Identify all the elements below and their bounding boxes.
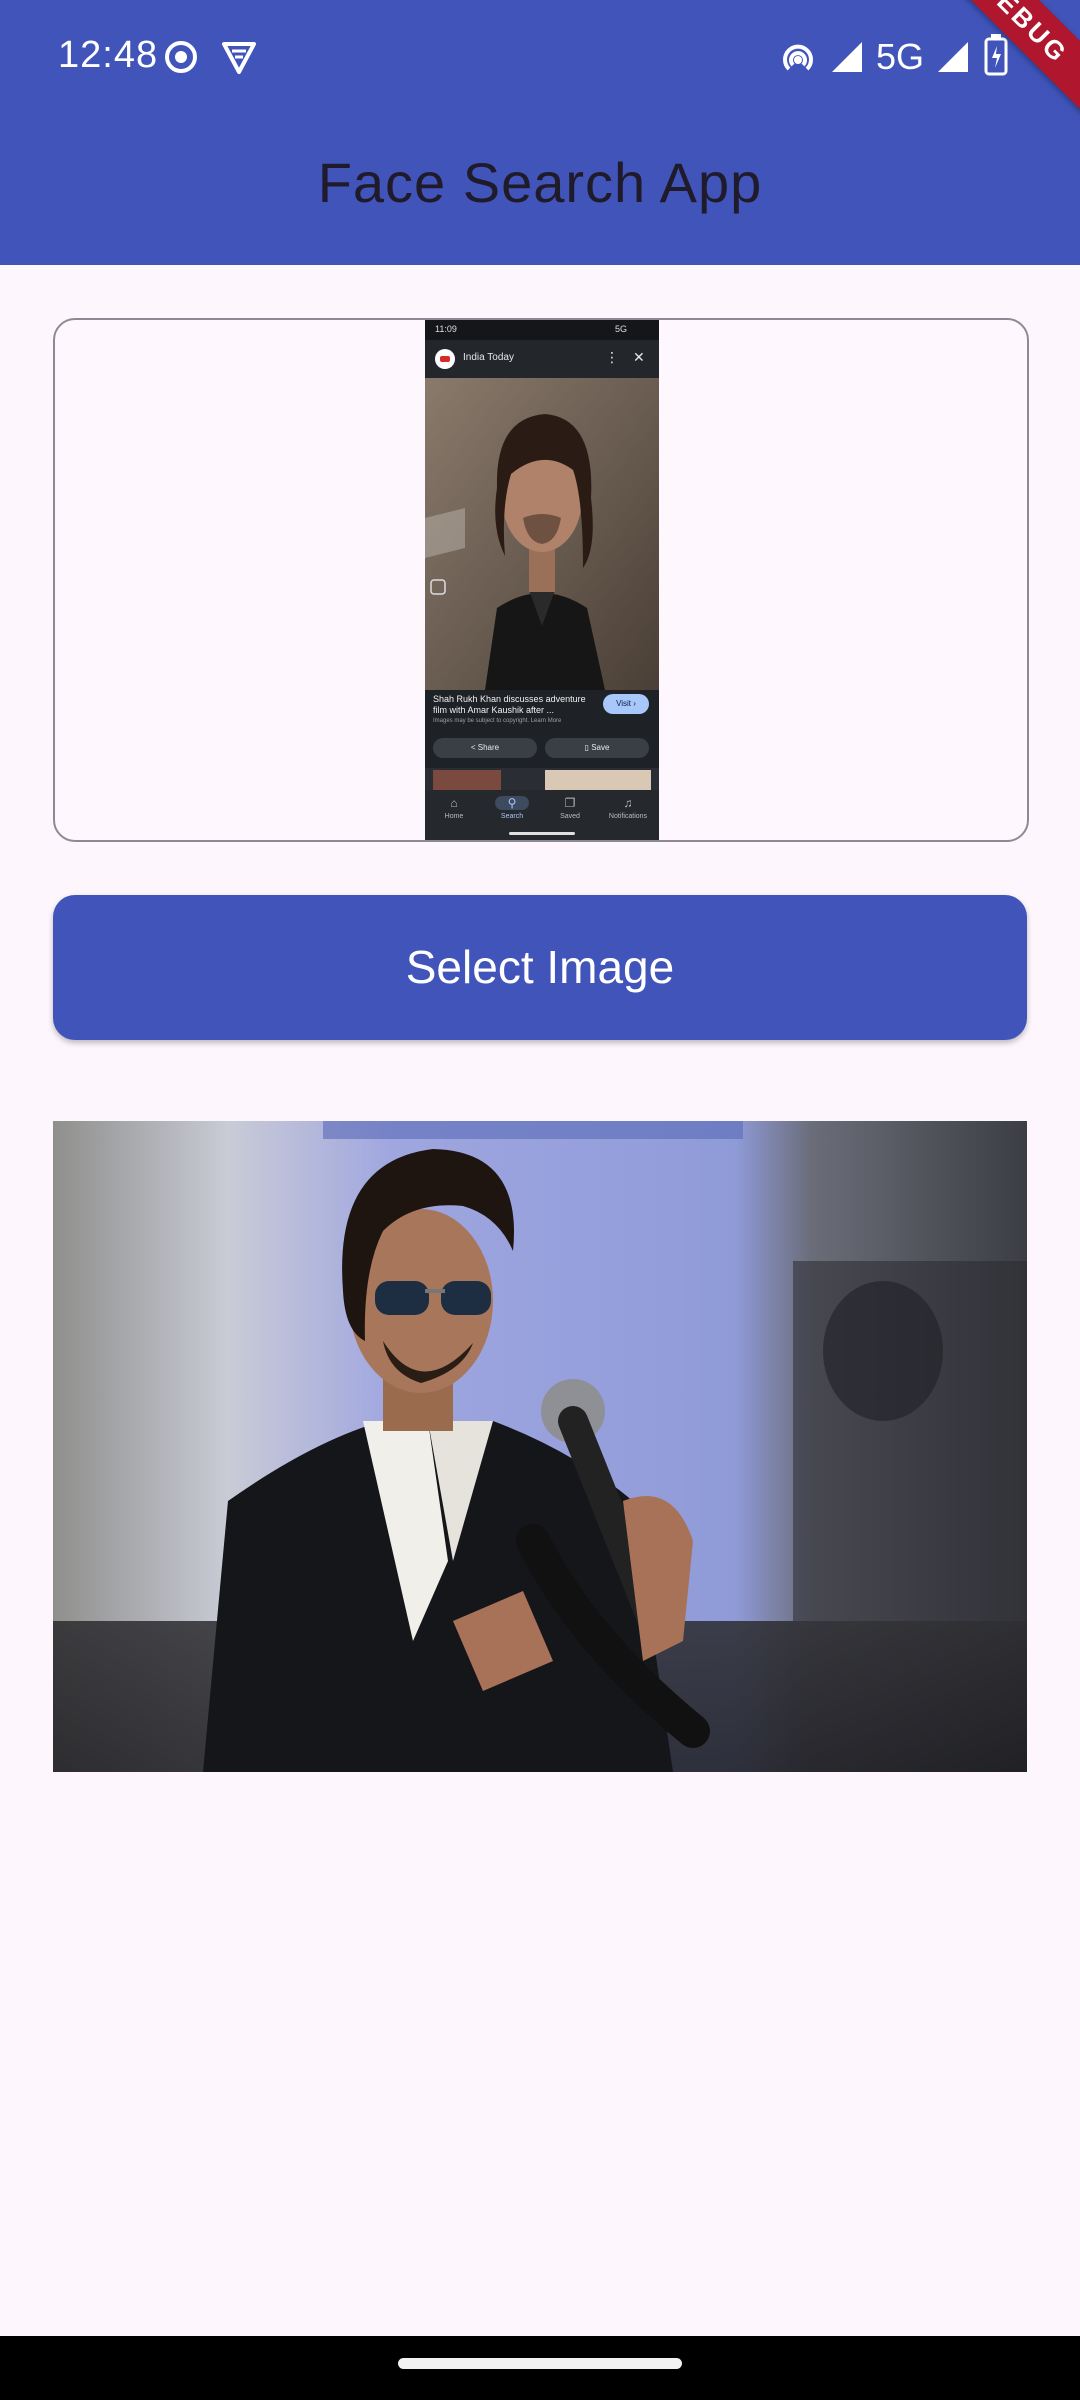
preview-header: India Today ⋮ ✕	[425, 340, 659, 378]
selected-image-preview[interactable]: 11:09 5G India Today ⋮ ✕ Shah Rukh Khan …	[53, 318, 1029, 842]
vpn-shield-icon	[222, 42, 256, 74]
preview-nav-search: ⚲ Search	[483, 796, 541, 820]
result-image	[53, 1121, 1027, 1772]
preview-source-name: India Today	[463, 352, 514, 363]
battery-icon	[984, 34, 1008, 76]
preview-nav-label: Saved	[560, 813, 580, 820]
app-bar: 12:48 5G Face Search App DEBUG	[0, 0, 1080, 265]
preview-save-label: Save	[591, 743, 610, 752]
hotspot-icon	[783, 44, 813, 71]
signal-icon	[938, 42, 968, 72]
preview-nav-saved: ❐ Saved	[541, 796, 599, 820]
more-options-icon: ⋮	[605, 349, 619, 365]
preview-portrait-photo	[425, 378, 659, 690]
signal-icon	[832, 42, 862, 72]
close-icon: ✕	[633, 349, 645, 365]
preview-nav-label: Search	[500, 813, 524, 820]
preview-screenshot-image: 11:09 5G India Today ⋮ ✕ Shah Rukh Khan …	[425, 320, 659, 840]
preview-visit-label: Visit	[616, 699, 632, 708]
status-time: 12:48	[58, 34, 159, 76]
select-image-button[interactable]: Select Image	[53, 895, 1027, 1040]
search-icon: ⚲	[495, 796, 529, 810]
preview-credit: Images may be subject to copyright. Lear…	[433, 718, 562, 724]
gesture-handle[interactable]	[398, 2358, 682, 2369]
preview-nav-label: Home	[444, 813, 464, 820]
preview-nav-label: Notifications	[608, 813, 648, 820]
screen-record-icon	[165, 41, 197, 73]
preview-save-button: ▯ Save	[545, 738, 649, 758]
preview-status-bar: 11:09 5G	[425, 320, 659, 340]
share-icon: <	[470, 743, 478, 752]
status-bar: 12:48 5G	[0, 0, 1080, 120]
preview-caption: Shah Rukh Khan discusses adventure film …	[433, 694, 586, 715]
preview-share-button: < Share	[433, 738, 537, 758]
preview-home-indicator	[509, 832, 575, 835]
preview-status-network: 5G	[615, 324, 628, 334]
bell-icon: ♫	[623, 796, 633, 810]
home-icon: ⌂	[450, 796, 458, 810]
result-photo	[53, 1121, 1027, 1772]
app-title: Face Search App	[317, 151, 763, 214]
preview-status-time: 11:09	[435, 324, 457, 334]
preview-nav-home: ⌂ Home	[425, 796, 483, 820]
preview-share-label: Share	[477, 743, 500, 752]
preview-visit-button: Visit ›	[603, 694, 649, 714]
preview-nav-notifications: ♫ Notifications	[599, 796, 657, 820]
saved-icon: ❐	[564, 796, 576, 810]
source-logo-icon	[435, 349, 455, 369]
network-type: 5G	[876, 36, 925, 77]
